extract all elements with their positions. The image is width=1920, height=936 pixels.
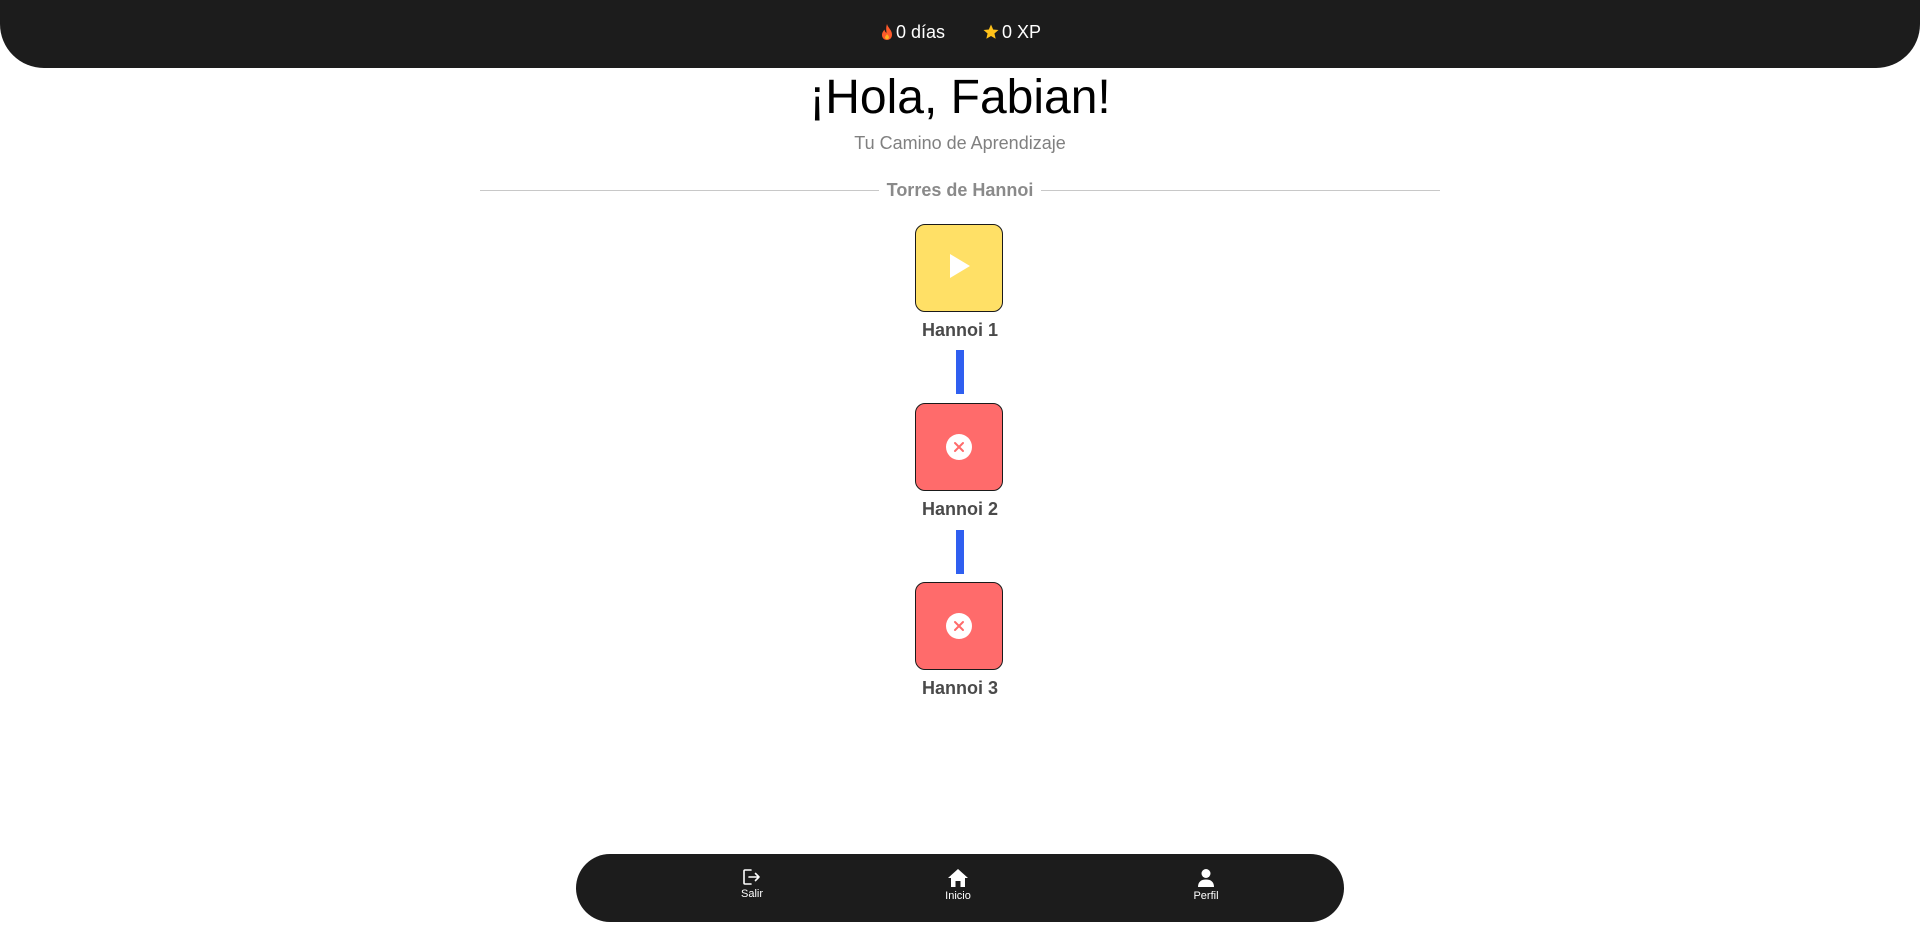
level-label: Hannoi 2 bbox=[921, 499, 998, 519]
nav-inicio-button[interactable]: Inicio bbox=[918, 868, 998, 902]
divider-right bbox=[1041, 189, 1441, 191]
user-icon bbox=[1196, 868, 1216, 888]
section-header: Torres de Hannoi bbox=[480, 178, 1441, 202]
xp-stat: 0 XP bbox=[982, 20, 1041, 44]
nav-perfil-label: Perfil bbox=[1193, 890, 1219, 902]
nav-salir-button[interactable]: Salir bbox=[712, 868, 792, 900]
streak-stat: 0 días bbox=[880, 20, 945, 44]
bottom-nav: Salir Inicio Perfil bbox=[576, 854, 1344, 922]
top-stats-bar: 0 días 0 XP bbox=[0, 0, 1920, 68]
level-label: Hannoi 1 bbox=[921, 320, 998, 340]
star-icon bbox=[982, 23, 1002, 41]
xp-text: 0 XP bbox=[1002, 21, 1042, 42]
level-tile-hannoi-2[interactable] bbox=[915, 403, 1003, 491]
nav-salir-label: Salir bbox=[740, 888, 763, 900]
nav-perfil-button[interactable]: Perfil bbox=[1166, 868, 1246, 902]
section-title: Torres de Hannoi bbox=[886, 179, 1034, 200]
divider-left bbox=[480, 189, 879, 191]
logout-icon bbox=[742, 868, 762, 886]
close-circle-icon bbox=[946, 434, 972, 460]
nav-inicio-label: Inicio bbox=[945, 890, 971, 902]
path-connector bbox=[956, 350, 964, 394]
flame-icon bbox=[880, 23, 896, 41]
path-connector bbox=[956, 530, 964, 574]
page-subtitle: Tu Camino de Aprendizaje bbox=[854, 133, 1066, 153]
home-icon bbox=[947, 868, 969, 888]
close-circle-icon bbox=[946, 613, 972, 639]
page-title: ¡Hola, Fabian! bbox=[809, 71, 1111, 124]
streak-text: 0 días bbox=[896, 21, 946, 42]
level-tile-hannoi-1[interactable] bbox=[915, 224, 1003, 312]
play-icon bbox=[946, 252, 972, 285]
level-label: Hannoi 3 bbox=[921, 678, 998, 698]
level-tile-hannoi-3[interactable] bbox=[915, 582, 1003, 670]
